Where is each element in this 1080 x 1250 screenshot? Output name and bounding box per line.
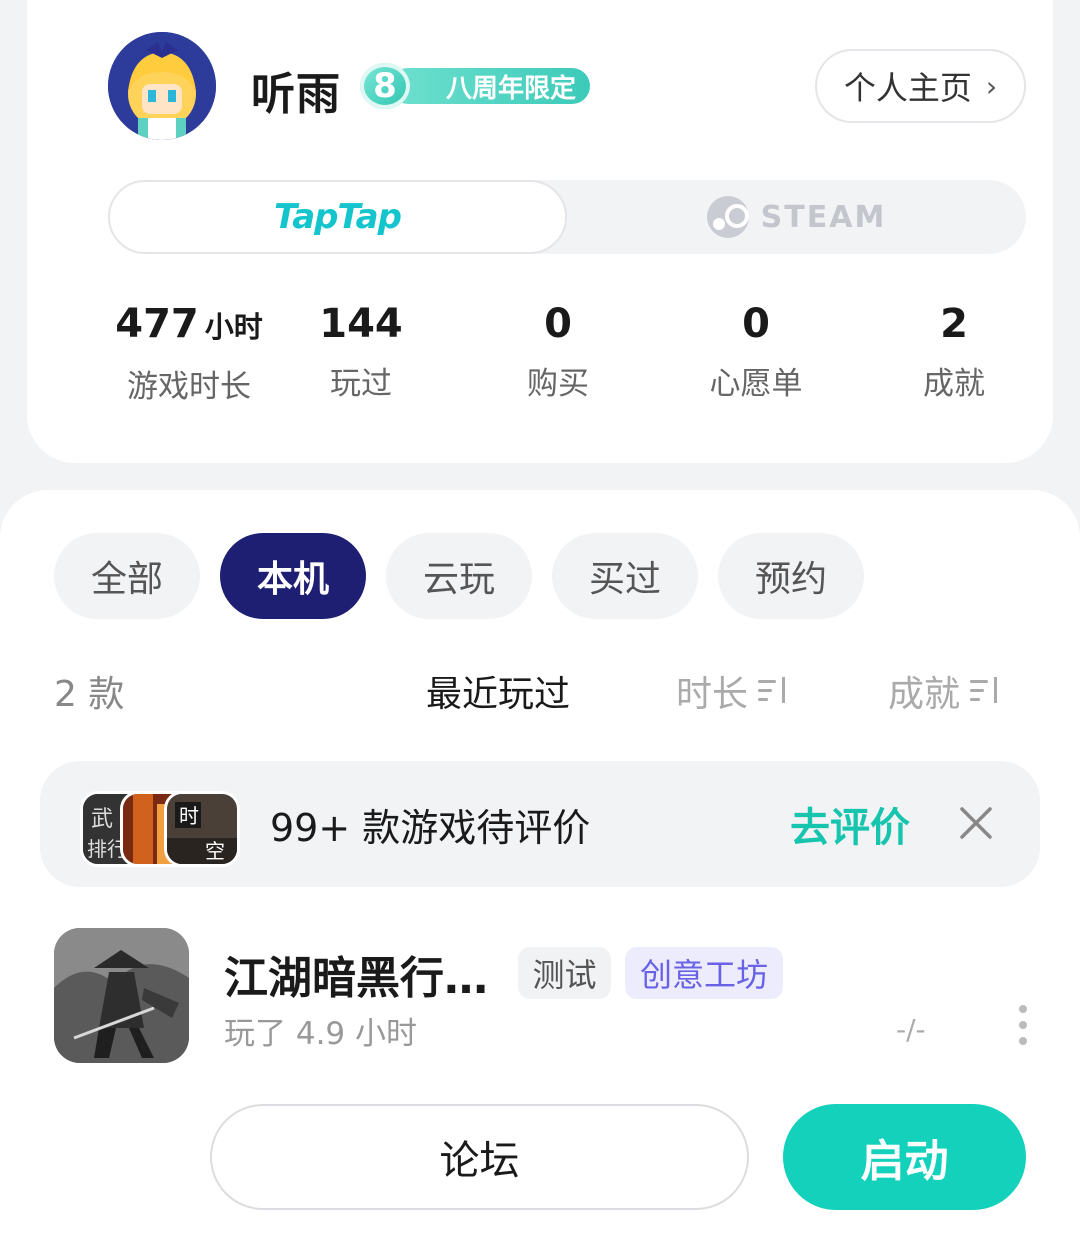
steam-icon bbox=[706, 196, 749, 238]
stat-unit: 小时 bbox=[204, 310, 263, 344]
filter-chip-all[interactable]: 全部 bbox=[54, 533, 200, 619]
filter-chip-purchased[interactable]: 买过 bbox=[552, 533, 698, 619]
filter-chip-cloud[interactable]: 云玩 bbox=[386, 533, 532, 619]
game-score: -/- bbox=[896, 1013, 926, 1046]
avatar[interactable] bbox=[108, 32, 216, 140]
sort-label: 成就 bbox=[888, 674, 961, 715]
library-panel: 全部 本机 云玩 买过 预约 2 款 最近玩过 时长 成就 武 排行 时 空 9… bbox=[0, 490, 1080, 1250]
stat-label: 心愿单 bbox=[709, 366, 803, 402]
stat-label: 玩过 bbox=[330, 366, 392, 402]
game-count: 2 款 bbox=[54, 674, 125, 715]
forum-button[interactable]: 论坛 bbox=[210, 1104, 749, 1210]
thumb-text: 时 bbox=[179, 804, 199, 828]
sort-bar: 2 款 最近玩过 时长 成就 bbox=[0, 665, 1080, 715]
game-cover[interactable] bbox=[54, 928, 189, 1063]
stat-value: 0 bbox=[544, 301, 572, 347]
filter-chip-reserved[interactable]: 预约 bbox=[718, 533, 864, 619]
thumb-text: 武 bbox=[91, 807, 113, 832]
stats-row: 477 小时 游戏时长 144 玩过 0 购买 0 心愿单 2 成就 bbox=[27, 300, 1053, 410]
stat-purchased[interactable]: 0 购买 bbox=[458, 300, 658, 403]
stat-value: 0 bbox=[742, 301, 770, 347]
review-banner[interactable]: 武 排行 时 空 99+ 款游戏待评价 去评价 bbox=[40, 761, 1040, 887]
thumb-text: 空 bbox=[205, 839, 225, 863]
stat-value: 2 bbox=[940, 301, 968, 347]
homepage-button[interactable]: 个人主页 › bbox=[815, 49, 1026, 123]
stat-value: 144 bbox=[319, 301, 403, 347]
homepage-button-label: 个人主页 bbox=[843, 69, 972, 107]
game-list-item[interactable]: 江湖暗黑行… 测试 创意工坊 玩了 4.9 小时 -/- bbox=[0, 918, 1080, 1068]
taptap-logo: TapTap bbox=[274, 197, 402, 237]
anniversary-badge-label: 八周年限定 bbox=[390, 68, 590, 104]
stat-played[interactable]: 144 玩过 bbox=[261, 300, 461, 403]
sort-label: 最近玩过 bbox=[426, 674, 571, 715]
review-banner-text: 99+ 款游戏待评价 bbox=[270, 806, 591, 850]
steam-label: STEAM bbox=[760, 199, 887, 235]
sort-duration[interactable]: 时长 bbox=[676, 665, 788, 717]
game-thumbnail: 时 空 bbox=[164, 791, 240, 867]
sort-achievements[interactable]: 成就 bbox=[888, 665, 1000, 717]
tab-taptap[interactable]: TapTap bbox=[108, 180, 567, 254]
stat-playtime[interactable]: 477 小时 游戏时长 bbox=[89, 300, 289, 406]
sort-icon bbox=[970, 677, 1000, 705]
username: 听雨 bbox=[251, 69, 341, 120]
game-title[interactable]: 江湖暗黑行… bbox=[224, 942, 488, 1006]
more-vertical-icon[interactable] bbox=[1018, 1005, 1028, 1045]
tag-test: 测试 bbox=[518, 947, 611, 999]
anniversary-badge[interactable]: 八周年限定 8 bbox=[360, 63, 590, 109]
stat-achievements[interactable]: 2 成就 bbox=[854, 300, 1054, 403]
close-icon[interactable] bbox=[958, 805, 994, 841]
profile-card: 听雨 八周年限定 8 个人主页 › TapTap STEAM 477小时 游戏 bbox=[27, 0, 1053, 463]
filter-chip-local[interactable]: 本机 bbox=[220, 533, 366, 619]
launch-button[interactable]: 启动 bbox=[783, 1104, 1026, 1210]
anniversary-number-icon: 8 bbox=[360, 63, 410, 109]
stat-value: 477 bbox=[115, 301, 199, 347]
sort-icon bbox=[758, 677, 788, 705]
stat-label: 游戏时长 bbox=[127, 369, 251, 405]
stat-label: 购买 bbox=[527, 366, 589, 402]
chevron-right-icon: › bbox=[985, 69, 998, 103]
review-button[interactable]: 去评价 bbox=[790, 795, 910, 853]
game-playtime: 玩了 4.9 小时 bbox=[224, 1016, 418, 1052]
sort-recent[interactable]: 最近玩过 bbox=[426, 665, 570, 717]
stat-label: 成就 bbox=[923, 366, 985, 402]
sort-label: 时长 bbox=[676, 674, 749, 715]
tag-workshop[interactable]: 创意工坊 bbox=[625, 947, 783, 999]
tab-steam[interactable]: STEAM bbox=[567, 180, 1026, 254]
platform-switch: TapTap STEAM bbox=[108, 180, 1026, 254]
stat-wishlist[interactable]: 0 心愿单 bbox=[656, 300, 856, 403]
